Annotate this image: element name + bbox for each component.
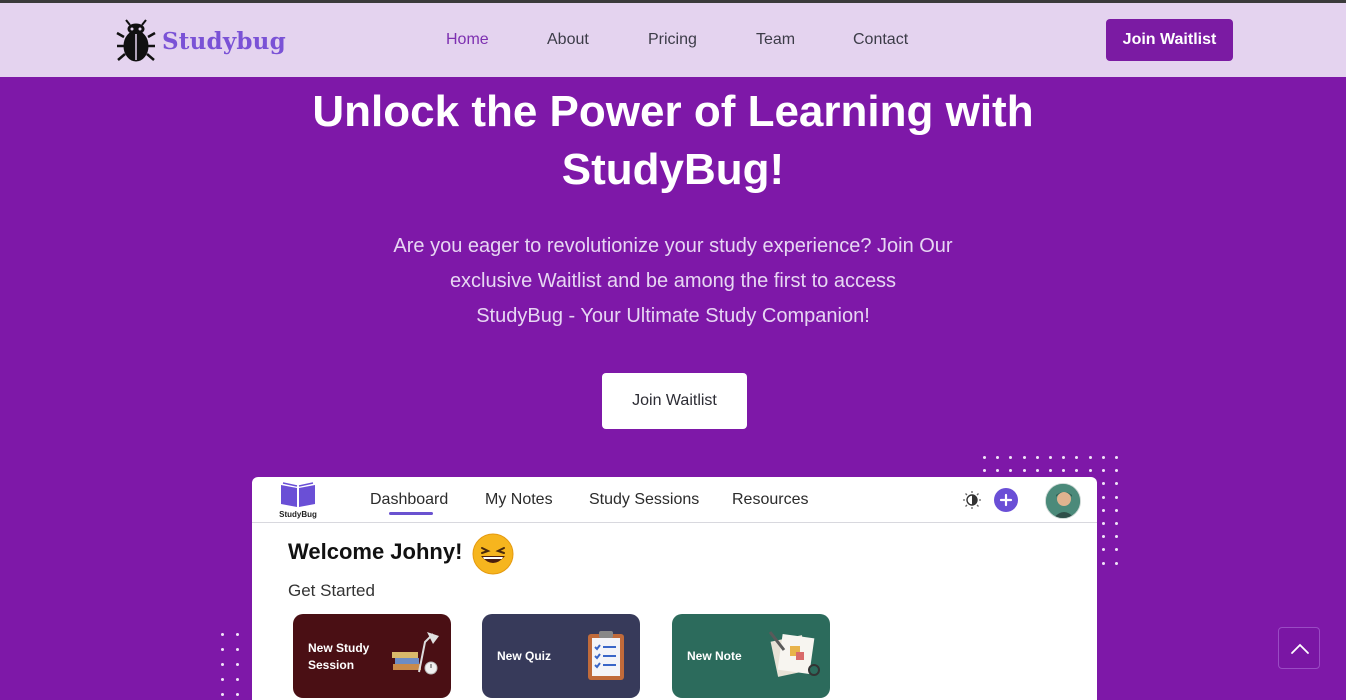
decorative-dot — [1022, 469, 1026, 473]
card-label-line1: New Quiz — [497, 649, 552, 663]
decorative-dot — [1115, 469, 1118, 473]
decorative-dot — [236, 678, 239, 681]
user-avatar[interactable] — [1045, 483, 1081, 519]
chevron-up-icon — [1291, 643, 1309, 654]
decorative-dot — [1088, 469, 1092, 473]
card-label-line1: New Note — [687, 649, 742, 663]
decorative-dot — [996, 456, 1000, 459]
active-tab-indicator — [389, 512, 433, 515]
decorative-dot — [1101, 482, 1105, 486]
hero-title-line2: StudyBug! — [561, 145, 785, 194]
decorative-dot — [1101, 456, 1105, 459]
app-navbar: StudyBug Dashboard My Notes Study Sessio… — [252, 477, 1097, 523]
desk-lamp-books-icon — [392, 632, 439, 675]
decorative-dot — [221, 693, 224, 696]
decorative-dot — [1009, 469, 1013, 473]
quiz-clipboard-icon — [588, 631, 624, 680]
app-logo: StudyBug — [278, 481, 318, 521]
decorative-dot — [983, 456, 986, 459]
decorative-dot — [221, 678, 224, 681]
hero-subtitle-line3: StudyBug - Your Ultimate Study Companion… — [476, 305, 870, 327]
decorative-dot — [221, 633, 224, 636]
decorative-dot — [1049, 456, 1052, 459]
card-label-line1: New Study — [308, 641, 370, 655]
decorative-dot — [983, 469, 986, 473]
decorative-dot — [1075, 469, 1079, 473]
hero-subtitle-line1: Are you eager to revolutionize your stud… — [393, 235, 953, 257]
scroll-to-top-button[interactable] — [1278, 627, 1320, 669]
decorative-dot — [236, 663, 239, 666]
decorative-dot — [1101, 561, 1105, 565]
notes-pencil-icon — [768, 631, 820, 677]
card-label: New Study Session — [308, 640, 369, 674]
get-started-label: Get Started — [288, 581, 375, 600]
nav-about[interactable]: About — [547, 31, 589, 49]
new-note-card[interactable]: New Note — [672, 614, 830, 698]
decorative-dot — [1035, 456, 1039, 459]
book-icon — [281, 482, 315, 507]
decorative-dot — [1075, 456, 1079, 459]
nav-contact[interactable]: Contact — [853, 31, 908, 49]
decorative-dot — [1049, 469, 1052, 473]
card-label: New Quiz — [497, 648, 551, 665]
decorative-dot — [1115, 561, 1118, 565]
app-tab-dashboard[interactable]: Dashboard — [370, 491, 448, 509]
decorative-dot — [1101, 548, 1105, 552]
decorative-dot — [221, 663, 224, 666]
join-waitlist-hero-button[interactable]: Join Waitlist — [602, 373, 747, 429]
laughing-emoji-icon — [472, 533, 514, 575]
decorative-dot — [1101, 522, 1105, 525]
decorative-dot — [236, 648, 239, 651]
hero-subtitle-line2: exclusive Waitlist and be among the firs… — [449, 270, 897, 292]
app-tab-my-notes[interactable]: My Notes — [485, 491, 553, 509]
new-study-session-card[interactable]: New Study Session — [293, 614, 451, 698]
decorative-dot — [236, 693, 239, 696]
decorative-dot — [1115, 548, 1118, 552]
app-tab-study-sessions[interactable]: Study Sessions — [589, 491, 699, 509]
decorative-dot — [996, 469, 1000, 473]
decorative-dot — [1115, 482, 1118, 486]
decorative-dot — [1115, 535, 1118, 539]
decorative-dot — [1101, 508, 1105, 512]
hero-title: Unlock the Power of Learning with StudyB… — [223, 83, 1123, 199]
decorative-dot — [1101, 535, 1105, 539]
decorative-dot-grid-left — [221, 633, 251, 700]
decorative-dot — [1062, 456, 1066, 459]
decorative-dot — [1115, 495, 1118, 499]
theme-toggle-icon[interactable] — [962, 490, 982, 510]
decorative-dot — [1062, 469, 1066, 473]
new-quiz-card[interactable]: New Quiz — [482, 614, 640, 698]
decorative-dot — [1115, 456, 1118, 459]
decorative-dot — [1035, 469, 1039, 473]
card-label: New Note — [687, 648, 742, 665]
nav-team[interactable]: Team — [756, 31, 795, 49]
decorative-dot — [1101, 495, 1105, 499]
decorative-dot — [221, 648, 224, 651]
card-label-line2: Session — [308, 658, 355, 672]
decorative-dot — [236, 633, 239, 636]
decorative-dot — [1088, 456, 1092, 459]
decorative-dot — [1101, 469, 1105, 473]
join-waitlist-header-button[interactable]: Join Waitlist — [1106, 19, 1233, 61]
app-logo-text: StudyBug — [279, 510, 317, 519]
nav-home[interactable]: Home — [446, 31, 489, 49]
decorative-dot — [1022, 456, 1026, 459]
app-tab-resources[interactable]: Resources — [732, 491, 808, 509]
decorative-dot — [1115, 522, 1118, 525]
app-preview-screenshot: StudyBug Dashboard My Notes Study Sessio… — [252, 477, 1097, 700]
decorative-dot — [1009, 456, 1013, 459]
hero-subtitle: Are you eager to revolutionize your stud… — [343, 229, 1003, 334]
nav-pricing[interactable]: Pricing — [648, 31, 697, 49]
site-header: Studybug Home About Pricing Team Contact… — [0, 3, 1346, 77]
add-icon[interactable] — [994, 488, 1018, 512]
decorative-dot — [1115, 508, 1118, 512]
welcome-heading: Welcome Johny! — [288, 539, 463, 564]
hero-title-line1: Unlock the Power of Learning with — [312, 87, 1034, 136]
